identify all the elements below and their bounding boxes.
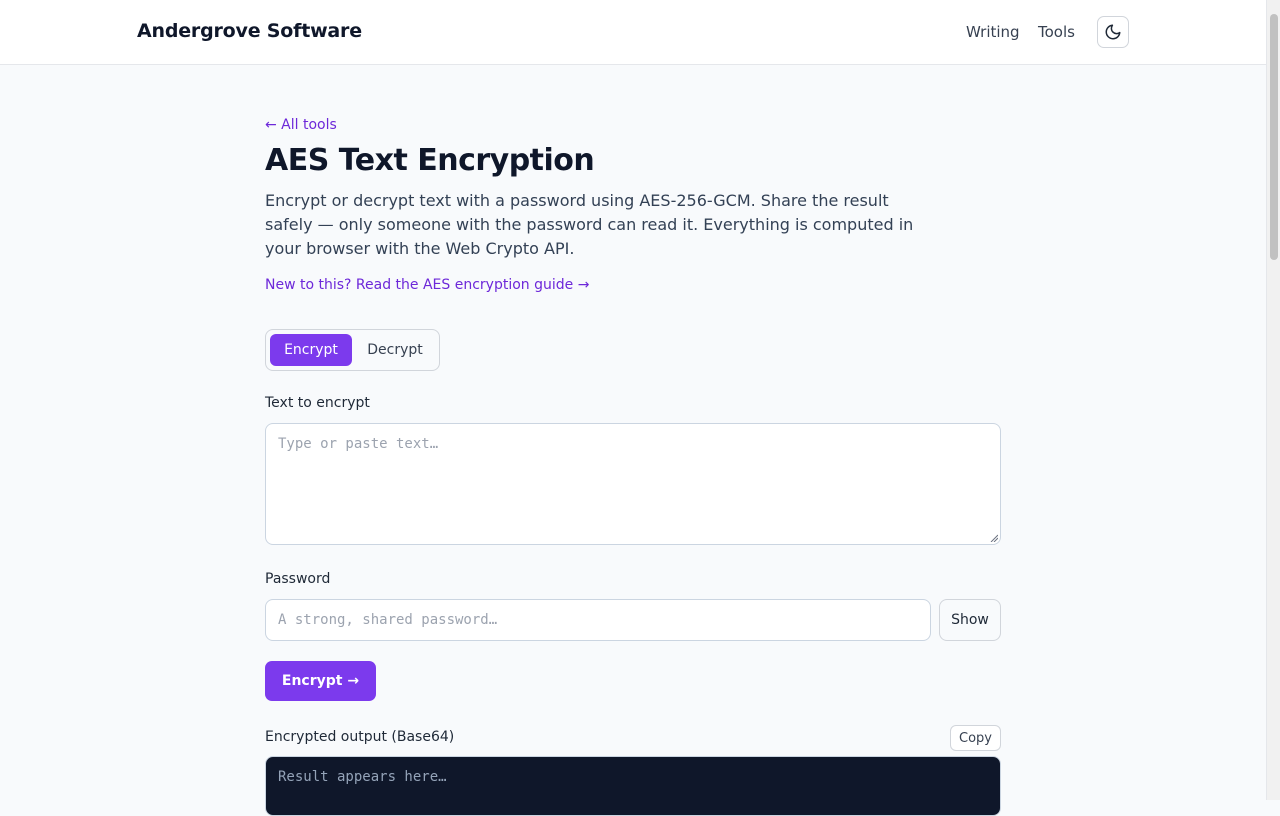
output-box[interactable]: Result appears here… (265, 756, 1001, 816)
text-input-placeholder: Type or paste text… (278, 436, 439, 452)
password-input-placeholder: A strong, shared password… (278, 612, 498, 628)
mode-encrypt-tab[interactable]: Encrypt (270, 334, 352, 366)
site-header: Andergrove Software Writing Tools (0, 0, 1266, 65)
output-placeholder: Result appears here… (278, 769, 447, 785)
guide-link[interactable]: New to this? Read the AES encryption gui… (265, 277, 589, 293)
page-scrollbar[interactable] (1266, 0, 1280, 800)
text-field-label: Text to encrypt (265, 395, 370, 411)
page-title: AES Text Encryption (265, 143, 595, 178)
password-input[interactable]: A strong, shared password… (265, 599, 931, 641)
theme-toggle-button[interactable] (1097, 16, 1129, 48)
moon-icon (1105, 24, 1121, 40)
output-label: Encrypted output (Base64) (265, 729, 455, 745)
brand-name[interactable]: Andergrove Software (137, 20, 362, 42)
mode-toggle: Encrypt Decrypt (265, 329, 440, 371)
show-password-button[interactable]: Show (939, 599, 1001, 641)
nav-link-writing[interactable]: Writing (966, 23, 1020, 41)
nav-link-tools[interactable]: Tools (1038, 23, 1075, 41)
copy-button[interactable]: Copy (950, 725, 1001, 751)
back-to-tools-link[interactable]: ← All tools (265, 117, 337, 133)
encrypt-submit-button[interactable]: Encrypt → (265, 661, 376, 701)
resize-grip-icon[interactable] (990, 534, 998, 542)
mode-decrypt-tab[interactable]: Decrypt (354, 334, 436, 366)
scrollbar-thumb[interactable] (1270, 14, 1278, 260)
intro-text: Encrypt or decrypt text with a password … (265, 191, 914, 258)
text-input[interactable]: Type or paste text… (265, 423, 1001, 545)
password-field-label: Password (265, 571, 331, 587)
